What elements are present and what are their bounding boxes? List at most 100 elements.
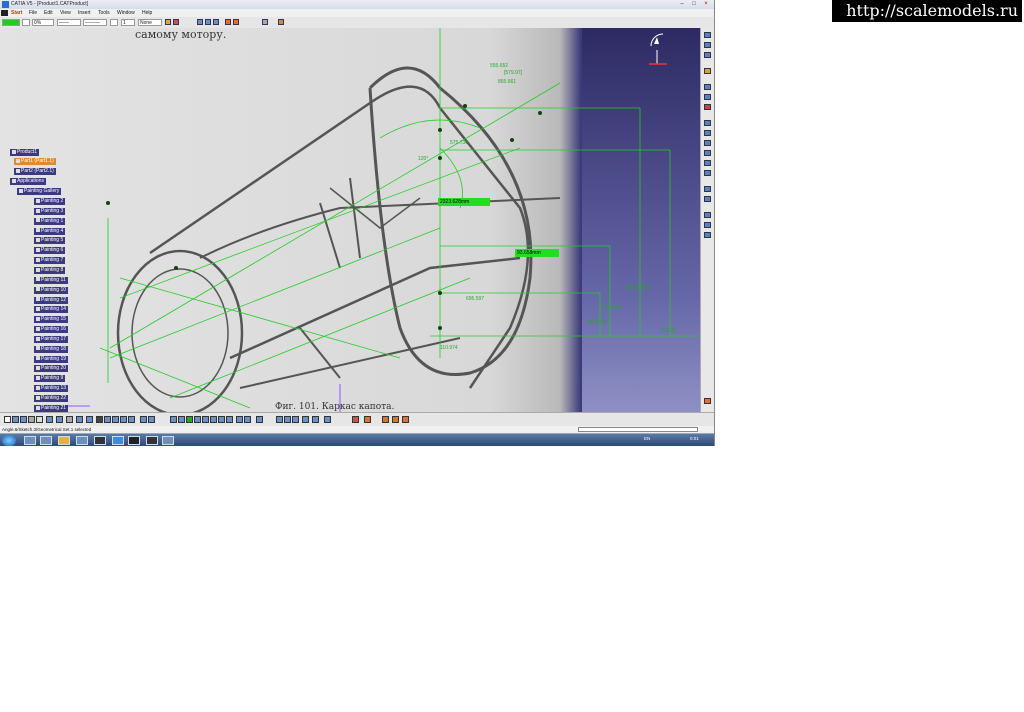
toolbar-tool-icon[interactable] [236, 416, 243, 423]
tree-node-painting[interactable]: Painting 21 [34, 404, 69, 412]
line-type-select[interactable]: —— [57, 19, 81, 26]
line-icon[interactable] [704, 84, 711, 90]
3d-viewport[interactable]: самому мотору. Фиг. 101. Каркас капота. … [0, 28, 700, 412]
plane-icon[interactable] [704, 94, 711, 100]
menu-start[interactable]: Start [11, 9, 22, 17]
tree-node-applications[interactable]: Applications [10, 178, 46, 185]
tree-node-painting[interactable]: Painting 2 [34, 198, 66, 205]
maximize-button[interactable]: □ [688, 1, 700, 8]
pad-icon[interactable] [704, 42, 711, 48]
dimension-text[interactable]: 120° [418, 156, 428, 162]
close-button[interactable]: × [700, 1, 712, 8]
toolbar-tool-icon[interactable] [20, 416, 27, 423]
toolbar-tool-icon[interactable] [352, 416, 359, 423]
toolbar-tool-icon[interactable] [112, 416, 119, 423]
tree-node-painting[interactable]: Painting 5 [34, 237, 66, 245]
tree-node-painting[interactable]: Painting 12 [34, 296, 69, 304]
menu-view[interactable]: View [60, 9, 71, 17]
dimension-text[interactable]: 695.597 [466, 296, 484, 302]
compass-icon[interactable] [643, 30, 673, 70]
toolbar-tool-icon[interactable] [4, 416, 11, 423]
color-dropdown[interactable] [22, 19, 30, 26]
measure-icon[interactable] [278, 19, 284, 25]
toolbar-tool-icon[interactable] [226, 416, 233, 423]
tray-clock[interactable]: 0:01 [690, 436, 699, 441]
toolbar-tool-icon[interactable] [28, 416, 35, 423]
taskbar-folder-icon[interactable] [58, 436, 70, 445]
taskbar-app-icon[interactable] [94, 436, 106, 445]
point-icon[interactable] [704, 104, 711, 110]
menu-edit[interactable]: Edit [44, 9, 53, 17]
snap-icon[interactable] [225, 19, 231, 25]
constraint-icon[interactable] [233, 19, 239, 25]
taskbar-explorer-icon[interactable] [40, 436, 52, 445]
tree-node-painting[interactable]: Painting 22 [34, 395, 69, 402]
toolbar-tool-icon[interactable] [292, 416, 299, 423]
update-icon[interactable] [262, 19, 268, 25]
dimension-text[interactable]: [792.59] [603, 305, 621, 311]
toolbar-tool-icon[interactable] [276, 416, 283, 423]
toolbar-tool-icon[interactable] [324, 416, 331, 423]
menu-help[interactable]: Help [142, 9, 152, 17]
toolbar-tool-icon[interactable] [148, 416, 155, 423]
tree-node-painting[interactable]: Painting 1 [34, 217, 66, 225]
toolbar-tool-icon[interactable] [364, 416, 371, 423]
tree-node-painting[interactable]: Painting 4 [34, 227, 66, 235]
tree-node-painting[interactable]: Painting 7 [34, 257, 66, 265]
tree-node-painting-gallery[interactable]: Painting Gallery [17, 188, 62, 195]
toolbar-tool-icon[interactable] [194, 416, 201, 423]
toolbar-tool-icon[interactable] [302, 416, 309, 423]
toolbar-tool-icon[interactable] [104, 416, 111, 423]
toolbar-tool-icon[interactable] [402, 416, 409, 423]
toolbar-tool-icon[interactable] [66, 416, 73, 423]
taskbar-skype-icon[interactable] [112, 436, 124, 445]
taskbar-app-icon[interactable] [128, 436, 140, 445]
taskbar-catia-icon[interactable] [162, 436, 174, 445]
pan-icon[interactable] [704, 130, 711, 136]
dimension-text[interactable]: [494.91] [588, 319, 606, 325]
tree-node-painting[interactable]: Painting 19 [34, 355, 69, 363]
toolbar-tool-icon[interactable] [210, 416, 217, 423]
dimension-text[interactable]: [1037.496] [626, 285, 650, 291]
toolbar-tool-icon[interactable] [86, 416, 93, 423]
tree-node-painting[interactable]: Painting 8 [34, 266, 66, 274]
spline-icon[interactable] [704, 186, 711, 192]
toolbar-tool-icon[interactable] [46, 416, 53, 423]
zoom-in-icon[interactable] [704, 150, 711, 156]
dimension-text[interactable]: 575.736 [450, 140, 468, 146]
dimension-text[interactable]: 110.974 [440, 345, 458, 351]
command-input[interactable] [578, 427, 698, 432]
toolbar-tool-icon[interactable] [36, 416, 43, 423]
tree-node-painting[interactable]: Painting 14 [34, 306, 69, 314]
toolbar-tool-icon[interactable] [96, 416, 103, 423]
toolbar-tool-icon[interactable] [312, 416, 319, 423]
sketch-icon[interactable] [704, 32, 711, 38]
tree-node-painting[interactable]: Painting 15 [34, 316, 69, 324]
menu-tools[interactable]: Tools [98, 9, 110, 17]
painter-icon[interactable] [165, 19, 171, 25]
tree-node-painting[interactable]: Painting 20 [34, 365, 69, 373]
toolbar-tool-icon[interactable] [56, 416, 63, 423]
toolbar-tool-icon[interactable] [186, 416, 193, 423]
toolbar-tool-icon[interactable] [76, 416, 83, 423]
toolbar-tool-icon[interactable] [382, 416, 389, 423]
grid-3-icon[interactable] [213, 19, 219, 25]
taskbar-app-icon[interactable] [76, 436, 88, 445]
grid-2-icon[interactable] [205, 19, 211, 25]
tree-node-part2[interactable]: Part2 (Part2.1) [14, 168, 56, 175]
minimize-button[interactable]: – [676, 1, 688, 8]
menu-file[interactable]: File [29, 9, 37, 17]
toolbar-tool-icon[interactable] [244, 416, 251, 423]
toolbar-tool-icon[interactable] [256, 416, 263, 423]
toolbar-tool-icon[interactable] [178, 416, 185, 423]
project-icon[interactable] [704, 196, 711, 202]
line-weight-select[interactable]: ——— [83, 19, 107, 26]
tree-node-painting[interactable]: Painting 13 [34, 385, 69, 393]
offset-icon[interactable] [704, 232, 711, 238]
rotate-icon[interactable] [704, 140, 711, 146]
dimension-text[interactable]: (156.9) [660, 328, 676, 334]
fit-all-icon[interactable] [704, 120, 711, 126]
tray-language[interactable]: EN [644, 436, 650, 441]
grid-icon[interactable] [197, 19, 203, 25]
toolbar-tool-icon[interactable] [202, 416, 209, 423]
